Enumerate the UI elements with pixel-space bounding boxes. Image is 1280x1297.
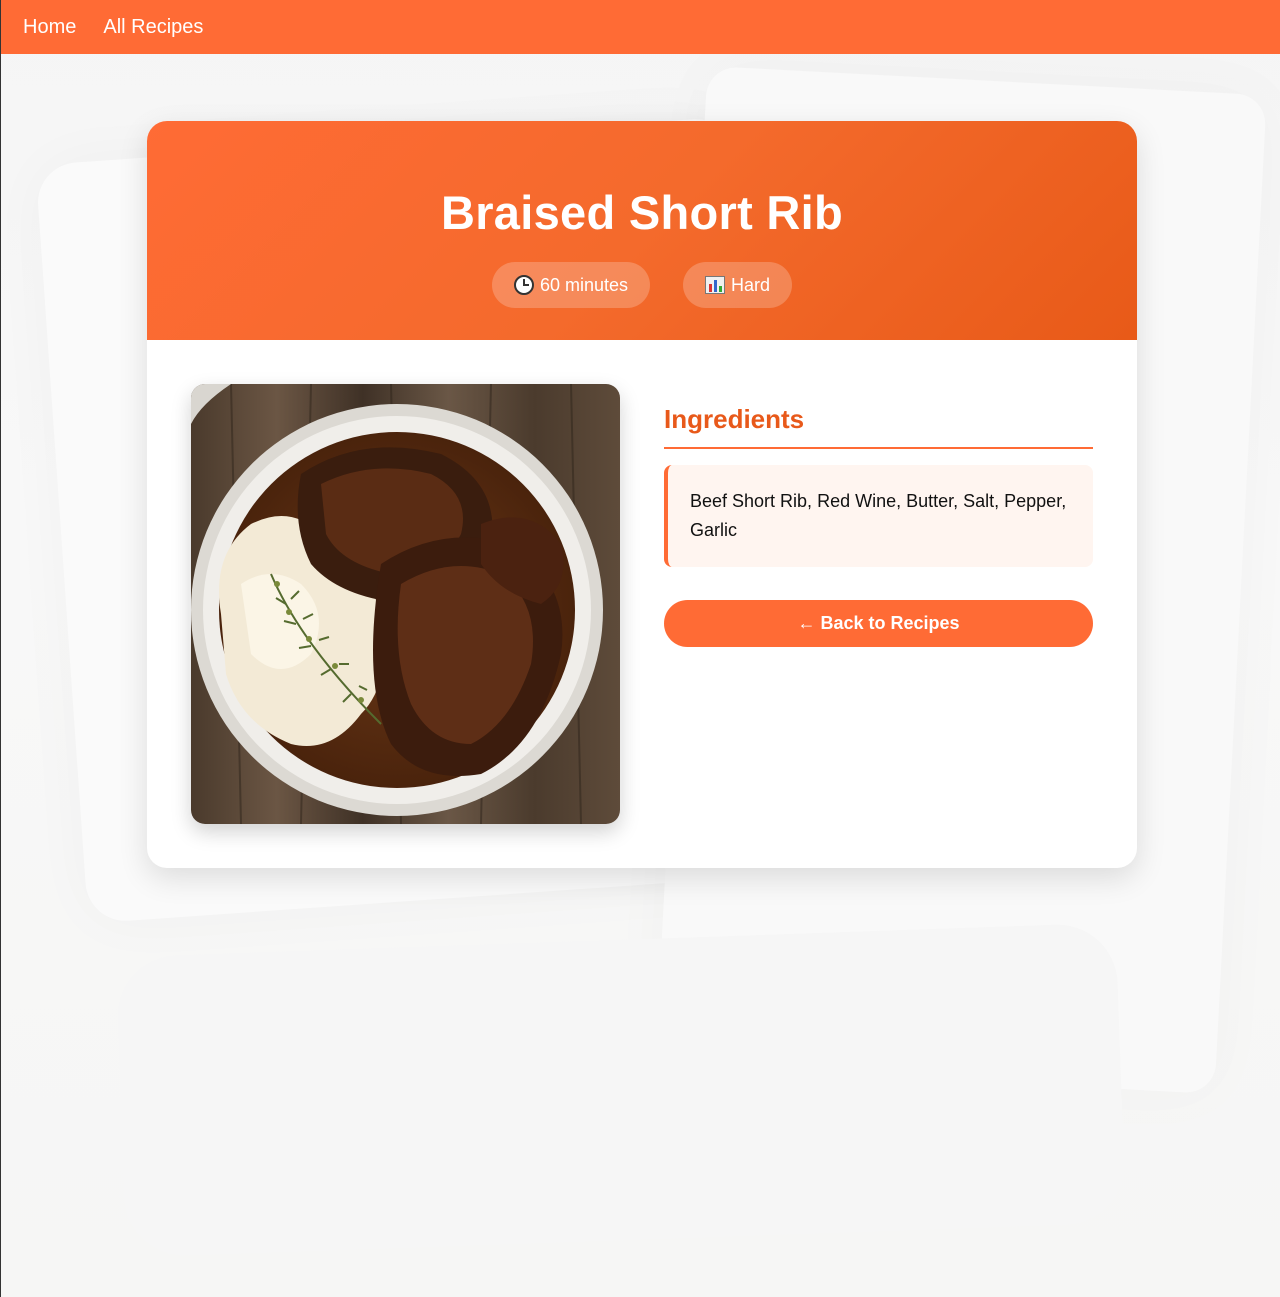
bar-chart-icon xyxy=(705,276,726,294)
background-decoration xyxy=(116,922,1126,1258)
cook-time-text: 60 minutes xyxy=(539,274,629,295)
recipe-details: Ingredients Beef Short Rib, Red Wine, Bu… xyxy=(664,384,1093,824)
recipe-header: Braised Short Rib 60 minutes Hard xyxy=(147,121,1137,340)
difficulty-text: Hard xyxy=(731,274,771,295)
nav-all-recipes-link[interactable]: All Recipes xyxy=(103,16,203,39)
clock-icon xyxy=(513,275,534,295)
recipe-title: Braised Short Rib xyxy=(440,186,844,239)
ingredients-heading: Ingredients xyxy=(664,404,1093,449)
nav-home-link[interactable]: Home xyxy=(23,16,76,39)
cook-time-badge: 60 minutes xyxy=(491,262,651,308)
back-to-recipes-button[interactable]: ← Back to Recipes xyxy=(664,600,1093,647)
recipe-card: Braised Short Rib 60 minutes Hard Ingred… xyxy=(147,121,1137,868)
ingredients-list: Beef Short Rib, Red Wine, Butter, Salt, … xyxy=(664,465,1093,567)
difficulty-badge: Hard xyxy=(683,262,793,308)
recipe-body: Ingredients Beef Short Rib, Red Wine, Bu… xyxy=(147,340,1137,868)
top-navbar: Home All Recipes xyxy=(1,0,1280,54)
recipe-meta: 60 minutes Hard xyxy=(491,262,793,308)
recipe-image xyxy=(191,384,620,824)
